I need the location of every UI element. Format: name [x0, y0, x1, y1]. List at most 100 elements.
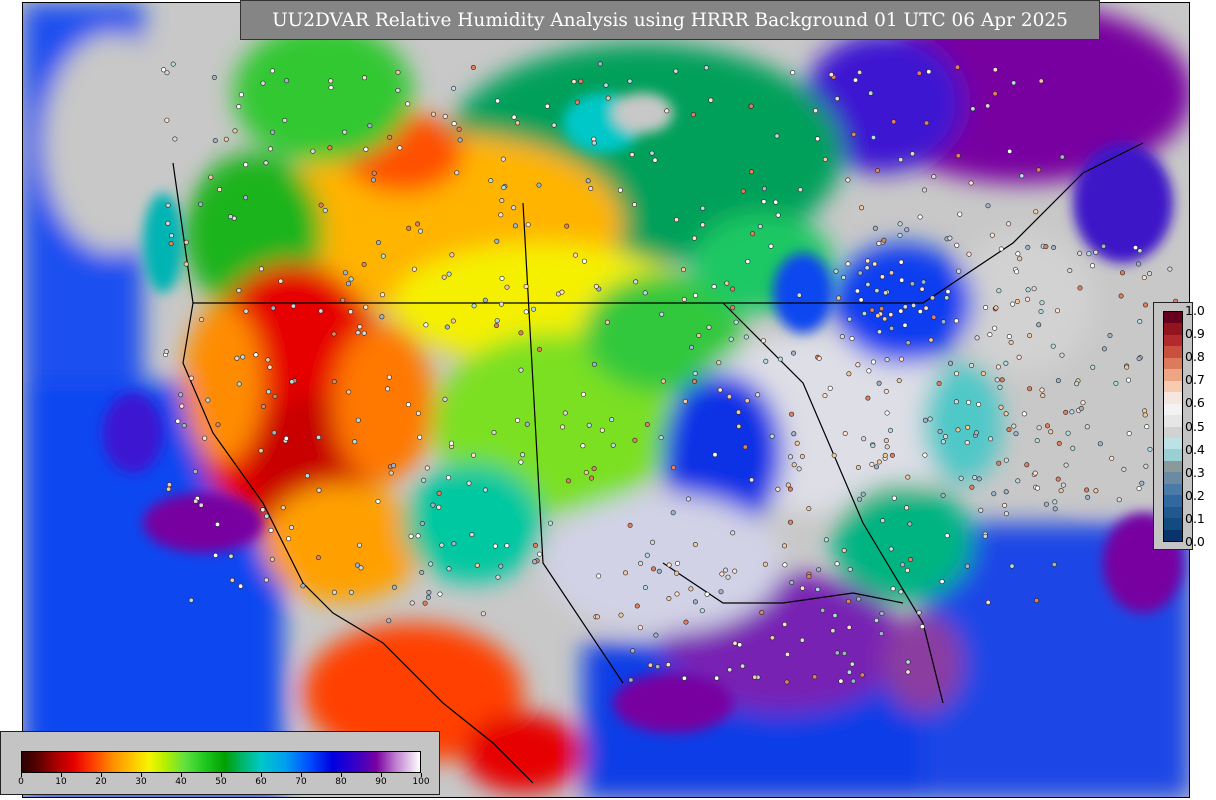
station-dot: [388, 470, 394, 476]
station-dot: [525, 222, 531, 228]
station-dot: [1051, 245, 1057, 251]
station-dot: [1036, 425, 1042, 431]
station-dot: [504, 543, 510, 549]
station-dot: [796, 292, 802, 298]
station-dot: [858, 297, 864, 303]
station-dot: [470, 64, 476, 70]
station-dot: [264, 513, 270, 519]
station-dot: [208, 174, 214, 180]
station-dot: [723, 567, 729, 573]
station-dot: [854, 288, 860, 294]
station-dot: [675, 560, 681, 566]
station-dot: [361, 75, 367, 81]
station-dot: [1059, 154, 1065, 160]
station-dot: [424, 465, 430, 471]
station-dot: [1078, 405, 1084, 411]
station-dot: [905, 340, 911, 346]
station-dot: [879, 274, 885, 280]
station-dot: [588, 186, 594, 192]
station-dot: [944, 295, 950, 301]
station-dot: [664, 108, 670, 114]
station-dot: [342, 270, 348, 276]
station-dot: [823, 537, 829, 543]
station-dot: [748, 103, 754, 109]
station-dot: [562, 410, 568, 416]
station-dot: [1142, 408, 1148, 414]
rh-analysis-map: [23, 3, 1189, 797]
station-dot: [850, 678, 856, 684]
station-dot: [1038, 78, 1044, 84]
station-dot: [266, 389, 272, 395]
station-dot: [917, 308, 923, 314]
station-dot: [1113, 380, 1119, 386]
station-dot: [685, 496, 691, 502]
station-dot: [386, 374, 392, 380]
station-dot: [730, 286, 736, 292]
station-dot: [806, 574, 812, 580]
station-dot: [1055, 378, 1061, 384]
station-dot: [924, 120, 930, 126]
station-dot: [699, 608, 705, 614]
station-dot: [1070, 445, 1076, 451]
increment-colorbar-swatch: [1164, 369, 1182, 381]
station-dot: [1006, 221, 1012, 227]
station-dot: [884, 444, 890, 450]
station-dot: [495, 98, 501, 104]
station-dot: [642, 290, 648, 296]
station-dot: [869, 461, 875, 467]
station-dot: [650, 539, 656, 545]
station-dot: [876, 380, 882, 386]
station-dot: [498, 212, 504, 218]
station-dot: [653, 632, 659, 638]
station-dot: [269, 68, 275, 74]
station-dot: [1010, 301, 1016, 307]
station-dot: [583, 469, 589, 475]
station-dot: [1109, 455, 1115, 461]
station-dot: [518, 330, 524, 336]
station-dot: [385, 386, 391, 392]
station-dot: [318, 308, 324, 314]
station-dot: [806, 506, 812, 512]
station-dot: [280, 505, 286, 511]
station-dot: [631, 202, 637, 208]
station-dot: [876, 459, 882, 465]
station-dot: [228, 553, 234, 559]
station-dot: [357, 542, 363, 548]
station-dot: [787, 519, 793, 525]
station-dot: [692, 292, 698, 298]
station-dot: [761, 186, 767, 192]
map-title: UU2DVAR Relative Humidity Analysis using…: [272, 9, 1068, 31]
station-dot: [883, 290, 889, 296]
station-dot: [644, 552, 650, 558]
rh-colorbar-tick-label: 90: [375, 777, 387, 787]
station-dot: [833, 268, 839, 274]
station-dot: [852, 77, 858, 83]
station-dot: [947, 235, 953, 241]
increment-colorbar-swatch: [1164, 472, 1182, 484]
station-dot: [1124, 364, 1130, 370]
station-dot: [692, 541, 698, 547]
station-dot: [775, 486, 781, 492]
station-dot: [992, 67, 998, 73]
station-dot: [815, 136, 821, 142]
station-dot: [189, 375, 195, 381]
station-dot: [846, 371, 852, 377]
station-dot: [909, 151, 915, 157]
station-dot: [847, 566, 853, 572]
station-dot: [681, 675, 687, 681]
station-dot: [873, 617, 879, 623]
station-dot: [898, 308, 904, 314]
station-dot: [849, 335, 855, 341]
station-dot: [215, 422, 221, 428]
station-dot: [419, 569, 425, 575]
station-dot: [987, 332, 993, 338]
station-dot: [737, 642, 743, 648]
station-dot: [928, 337, 934, 343]
station-dot: [215, 521, 221, 527]
station-dot: [628, 677, 634, 683]
station-dot: [762, 561, 768, 567]
station-dot: [442, 396, 448, 402]
station-dot: [873, 464, 879, 470]
station-dot: [744, 398, 750, 404]
station-dot: [994, 377, 1000, 383]
